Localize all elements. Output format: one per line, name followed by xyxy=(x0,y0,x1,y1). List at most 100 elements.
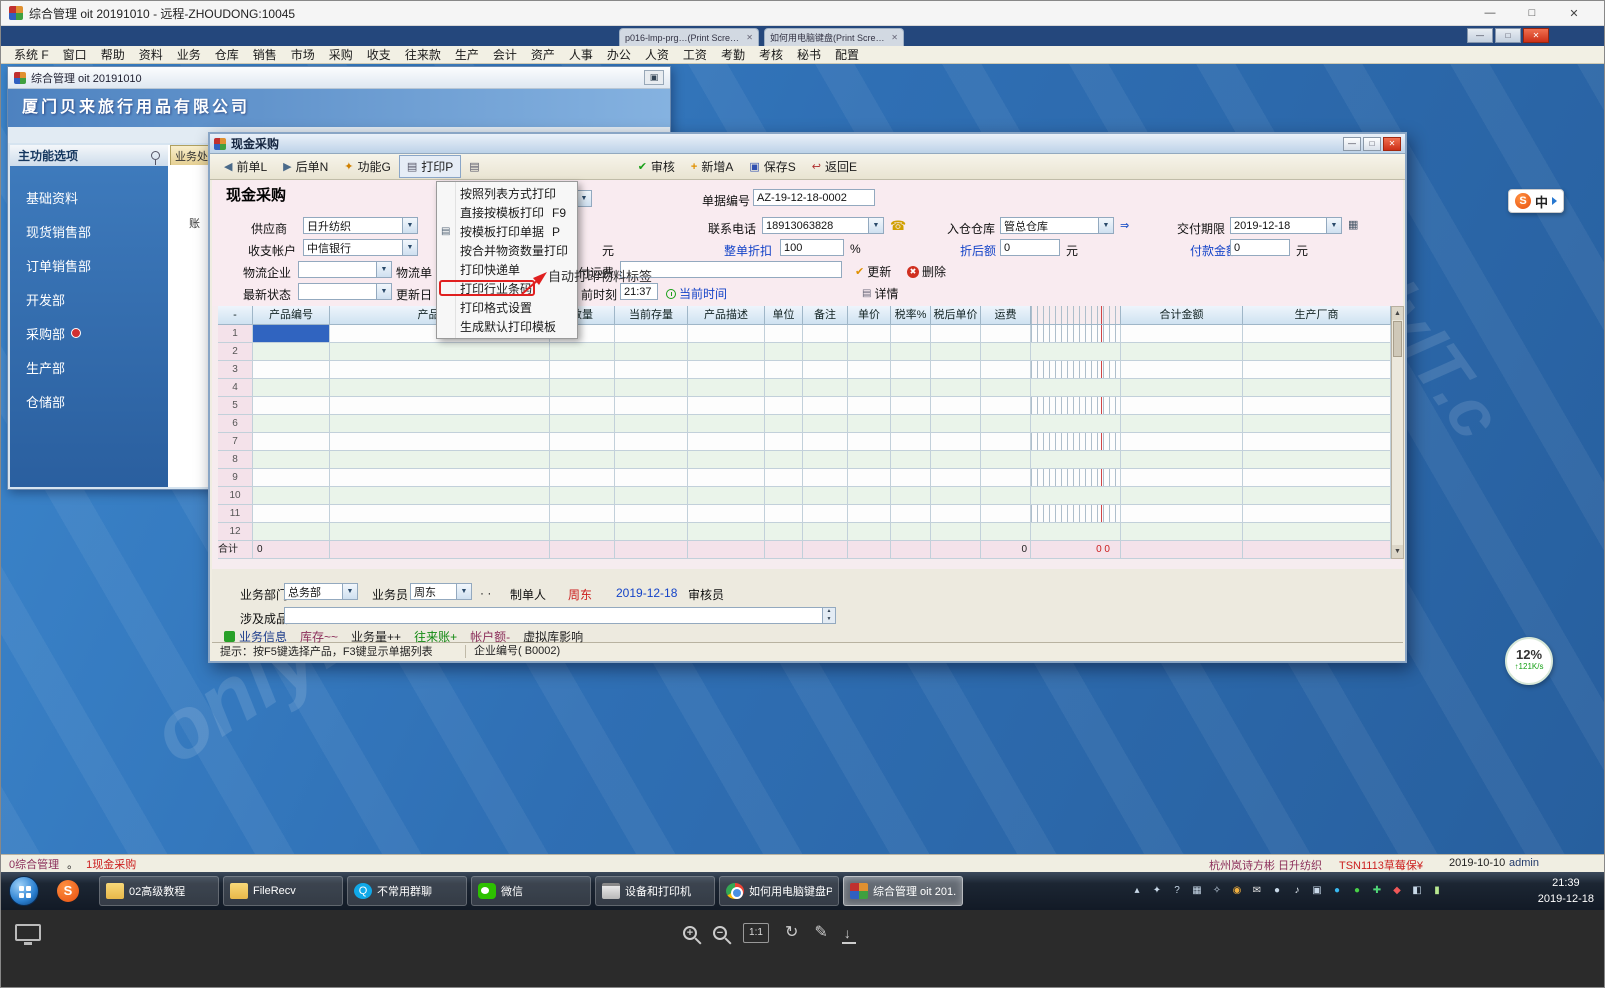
table-cell[interactable] xyxy=(330,487,550,505)
tray-expand-icon[interactable]: ▴ xyxy=(1129,883,1145,899)
chevron-down-icon[interactable]: ▼ xyxy=(868,218,883,233)
sidebar-item[interactable]: 基础资料 xyxy=(10,180,168,214)
sidebar-item[interactable]: 采购部 xyxy=(10,316,168,350)
column-header[interactable] xyxy=(1031,306,1121,325)
toolbar-save-button[interactable]: ▣保存S xyxy=(741,155,803,178)
table-cell[interactable] xyxy=(891,379,931,397)
warehouse-select[interactable]: 管总仓库▼ xyxy=(1000,217,1114,234)
print-menu-item[interactable]: 直接按模板打印F9 xyxy=(437,203,577,222)
table-cell[interactable] xyxy=(891,325,931,343)
menu-item[interactable]: 生产 xyxy=(448,46,486,63)
dialog-titlebar[interactable]: 现金采购 — □ ✕ xyxy=(210,134,1405,154)
footer-link[interactable]: 虚拟库影响 xyxy=(523,628,583,645)
tray-network-icon[interactable]: ▣ xyxy=(1309,883,1325,899)
toolbar-print-button[interactable]: ▤打印P xyxy=(399,155,461,178)
deadline-date-field[interactable]: 2019-12-18▼ xyxy=(1230,217,1342,234)
table-cell[interactable] xyxy=(931,397,981,415)
table-cell[interactable] xyxy=(848,361,891,379)
table-cell[interactable] xyxy=(550,523,615,541)
table-cell[interactable] xyxy=(550,505,615,523)
toolbar-printer-button[interactable]: ▤ xyxy=(461,157,487,176)
table-cell[interactable] xyxy=(765,397,803,415)
table-cell[interactable] xyxy=(330,415,550,433)
table-cell[interactable] xyxy=(253,451,330,469)
chevron-down-icon[interactable]: ▼ xyxy=(402,218,417,233)
menu-item[interactable]: 工资 xyxy=(676,46,714,63)
menu-item[interactable]: 资料 xyxy=(132,46,170,63)
table-cell[interactable] xyxy=(1243,505,1391,523)
table-cell[interactable] xyxy=(550,487,615,505)
table-cell[interactable] xyxy=(615,361,688,379)
chevron-down-icon[interactable]: ▼ xyxy=(576,191,591,206)
table-cell[interactable] xyxy=(253,343,330,361)
footer-link[interactable]: 库存~~ xyxy=(300,628,338,645)
table-cell[interactable] xyxy=(891,361,931,379)
rotate-icon[interactable]: ↻ xyxy=(785,923,798,943)
table-cell[interactable] xyxy=(253,361,330,379)
table-cell[interactable] xyxy=(688,397,765,415)
main-window-titlebar[interactable]: 综合管理 oit 20191010 ▣ xyxy=(8,67,670,89)
table-cell[interactable] xyxy=(550,379,615,397)
table-cell[interactable] xyxy=(1243,523,1391,541)
product-field[interactable]: ▲▼ xyxy=(284,607,836,624)
menu-item[interactable]: 采购 xyxy=(322,46,360,63)
table-cell[interactable] xyxy=(330,343,550,361)
tray-qq-icon[interactable]: ● xyxy=(1329,883,1345,899)
table-cell[interactable] xyxy=(765,325,803,343)
chevron-down-icon[interactable]: ▼ xyxy=(402,240,417,255)
status-module-label[interactable]: 0综合管理 xyxy=(9,856,59,872)
zoom-out-icon[interactable]: − xyxy=(713,926,727,940)
table-cell[interactable] xyxy=(1243,397,1391,415)
table-cell[interactable] xyxy=(765,379,803,397)
row-number[interactable]: 4 xyxy=(218,379,253,397)
table-cell[interactable] xyxy=(931,325,981,343)
zoom-in-icon[interactable]: + xyxy=(683,926,697,940)
table-cell[interactable] xyxy=(550,469,615,487)
table-cell[interactable] xyxy=(981,397,1031,415)
spin-down-icon[interactable]: ▼ xyxy=(823,616,835,624)
table-cell[interactable] xyxy=(981,505,1031,523)
monitor-icon[interactable] xyxy=(15,924,41,941)
print-menu-item[interactable]: 按合并物资数量打印 xyxy=(437,241,577,260)
table-cell[interactable] xyxy=(931,433,981,451)
table-cell[interactable] xyxy=(1121,469,1243,487)
zoom-ratio-button[interactable]: 1:1 xyxy=(743,923,769,943)
table-cell[interactable] xyxy=(253,397,330,415)
table-cell[interactable] xyxy=(803,505,848,523)
table-cell[interactable] xyxy=(1031,487,1121,505)
table-cell[interactable] xyxy=(615,343,688,361)
table-cell[interactable] xyxy=(253,469,330,487)
print-menu-item[interactable]: ▤按模板打印单据P xyxy=(437,222,577,241)
column-header[interactable]: 产品描述 xyxy=(688,306,765,325)
tray-mail-icon[interactable]: ✉ xyxy=(1249,883,1265,899)
dept-select[interactable]: 总务部▼ xyxy=(284,583,358,600)
phone-select[interactable]: 18913063828▼ xyxy=(762,217,884,234)
network-speed-badge[interactable]: 12% ↑121K/s xyxy=(1505,637,1553,685)
table-cell[interactable] xyxy=(615,505,688,523)
table-cell[interactable] xyxy=(550,415,615,433)
table-cell[interactable] xyxy=(1121,397,1243,415)
download-icon[interactable]: ↓ xyxy=(844,924,851,942)
column-header[interactable]: 单位 xyxy=(765,306,803,325)
table-cell[interactable] xyxy=(765,343,803,361)
chevron-down-icon[interactable]: ▼ xyxy=(456,584,471,599)
table-cell[interactable] xyxy=(1031,451,1121,469)
minimize-icon[interactable]: — xyxy=(1343,137,1361,151)
table-cell[interactable] xyxy=(253,505,330,523)
column-header[interactable]: 单价 xyxy=(848,306,891,325)
table-cell[interactable] xyxy=(1031,361,1121,379)
toolbar-func-button[interactable]: ✦功能G xyxy=(336,155,399,178)
table-cell[interactable] xyxy=(550,361,615,379)
tab-close-icon[interactable]: ✕ xyxy=(746,33,753,42)
table-cell[interactable] xyxy=(1121,451,1243,469)
row-number[interactable]: 10 xyxy=(218,487,253,505)
row-number[interactable]: 5 xyxy=(218,397,253,415)
table-cell[interactable] xyxy=(891,469,931,487)
now-button[interactable]: 当前时间 xyxy=(666,285,727,302)
menu-item[interactable]: 考勤 xyxy=(714,46,752,63)
table-cell[interactable] xyxy=(1031,343,1121,361)
salesman-select[interactable]: 周东▼ xyxy=(410,583,472,600)
table-cell[interactable] xyxy=(330,361,550,379)
table-cell[interactable] xyxy=(1121,325,1243,343)
table-cell[interactable] xyxy=(1121,343,1243,361)
